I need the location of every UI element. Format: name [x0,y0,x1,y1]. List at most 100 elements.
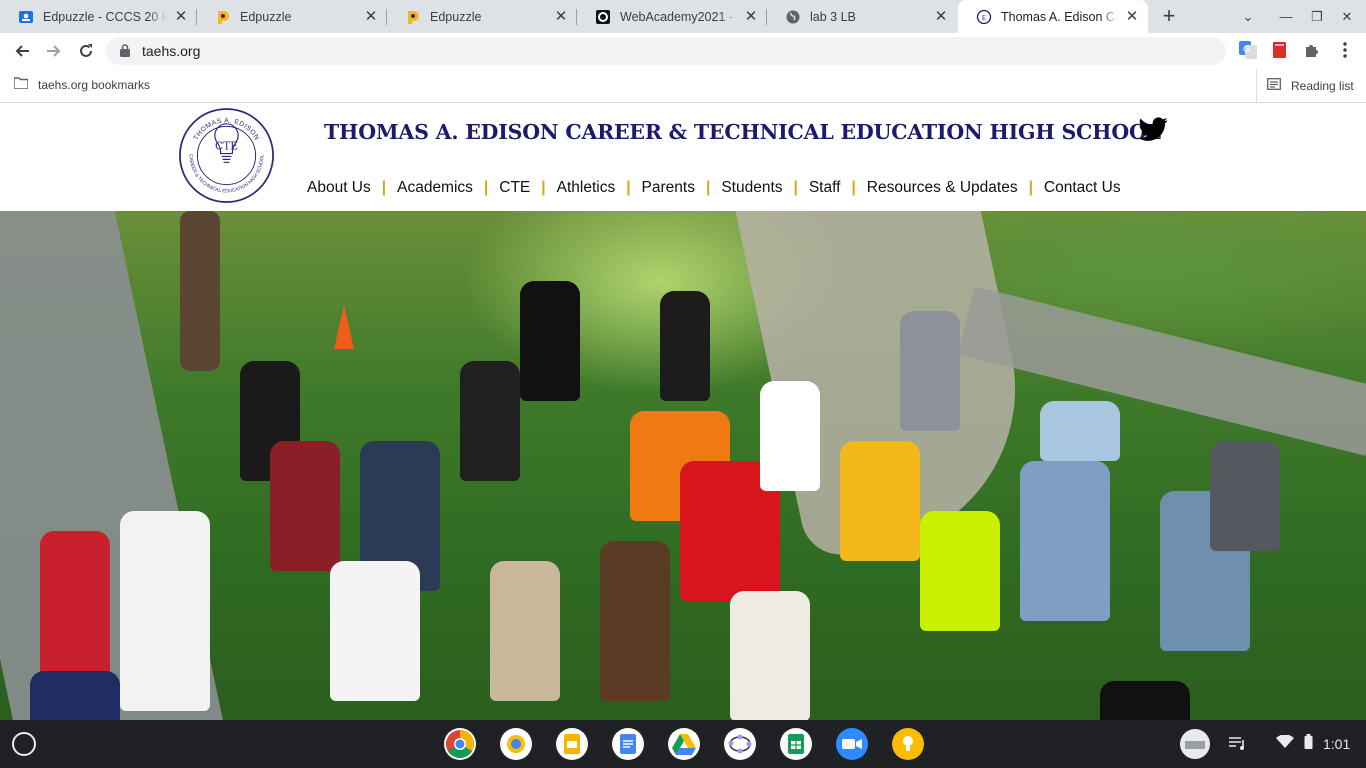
svg-text:E: E [982,14,986,22]
browser-tab[interactable]: Edpuzzle - CCCS 20 Fil ✕ [0,0,197,33]
media-controls-icon[interactable] [1229,720,1247,768]
tab-title: Edpuzzle [430,9,482,24]
slides-icon[interactable] [556,728,588,760]
photo-student [1100,681,1190,720]
nav-students[interactable]: Students [721,179,782,197]
twitter-icon[interactable] [1139,117,1168,142]
geogebra-icon[interactable] [724,728,756,760]
photo-student [270,441,340,571]
close-icon[interactable]: ✕ [363,8,379,25]
google-classroom-icon [18,9,34,25]
reload-icon[interactable] [74,39,98,63]
browser-tab[interactable]: Edpuzzle ✕ [197,0,387,33]
phone-hub-avatar[interactable] [1179,720,1211,768]
bookmark-extension-icon[interactable] [1271,41,1289,59]
reading-list-button[interactable]: Reading list [1256,69,1354,102]
photo-student [840,441,920,561]
lock-icon[interactable] [120,44,130,62]
forward-icon[interactable] [42,39,66,63]
tab-strip: Edpuzzle - CCCS 20 Fil ✕ Edpuzzle ✕ Edpu… [0,0,1366,33]
close-icon[interactable]: ✕ [1124,8,1140,25]
new-tab-button[interactable]: + [1158,5,1180,28]
back-icon[interactable] [10,39,34,63]
hero-photo-students [0,211,1366,720]
nav-separator: | [851,179,856,196]
nav-resources-updates[interactable]: Resources & Updates [867,179,1018,197]
close-icon[interactable]: ✕ [743,8,759,25]
photo-student [330,561,420,701]
close-icon[interactable]: ✕ [553,8,569,25]
kebab-menu-icon[interactable] [1336,41,1354,59]
status-tray[interactable]: 1:01 [1276,720,1350,768]
nav-separator: | [1028,179,1033,196]
photo-student [30,671,120,720]
browser-tab[interactable]: Edpuzzle ✕ [387,0,577,33]
photo-student [760,381,820,491]
address-bar[interactable]: taehs.org [106,37,1226,65]
minimize-icon[interactable]: — [1275,6,1297,28]
photo-student [460,361,520,481]
close-icon[interactable]: ✕ [933,8,949,25]
photo-student [1020,461,1110,621]
nav-separator: | [483,179,489,196]
docs-icon[interactable] [612,728,644,760]
photo-student [900,311,960,431]
battery-icon [1304,734,1313,754]
school-logo[interactable]: THOMAS A. EDISON CAREER & TECHNICAL EDUC… [178,107,275,204]
main-navigation: About Us | Academics | CTE | Athletics |… [307,179,1121,197]
photo-student [660,291,710,401]
photo-tree [180,211,220,371]
extensions-puzzle-icon[interactable] [1303,41,1321,59]
close-icon[interactable]: ✕ [173,8,189,25]
browser-tab-active[interactable]: E Thomas A. Edison Care ✕ [958,0,1148,33]
photos-app-icon[interactable] [500,728,532,760]
tab-title: Thomas A. Edison Care [1001,9,1118,24]
photo-student [600,541,670,701]
site-header: THOMAS A. EDISON CAREER & TECHNICAL EDUC… [0,103,1366,211]
nav-cte[interactable]: CTE [499,179,530,197]
restore-icon[interactable]: ❐ [1306,6,1328,28]
tab-title: WebAcademy2021 - Re [620,9,737,24]
browser-tab[interactable]: lab 3 LB ✕ [767,0,957,33]
browser-toolbar: taehs.org G [0,33,1366,69]
url-text[interactable]: taehs.org [142,43,200,59]
chrome-icon[interactable] [444,728,476,760]
nav-separator: | [541,179,546,196]
webacademy-icon [595,9,611,25]
school-name-heading[interactable]: THOMAS A. EDISON CAREER & TECHNICAL EDUC… [324,120,1161,144]
os-shelf: 1:01 [0,720,1366,768]
nav-separator: | [626,179,631,196]
close-window-icon[interactable]: ✕ [1336,6,1358,28]
nav-athletics[interactable]: Athletics [557,179,616,197]
clock-time: 1:01 [1323,736,1351,752]
drive-icon[interactable] [668,728,700,760]
nav-staff[interactable]: Staff [809,179,841,197]
photo-traffic-cone [334,305,354,349]
tab-search-icon[interactable]: ⌄ [1237,6,1259,28]
nav-separator: | [793,179,798,196]
nav-separator: | [705,179,711,196]
google-translate-icon[interactable]: G [1239,41,1257,59]
bookmark-folder[interactable]: taehs.org bookmarks [13,77,150,92]
sheets-icon[interactable] [780,728,812,760]
browser-tab[interactable]: WebAcademy2021 - Re ✕ [577,0,767,33]
svg-text:G: G [1243,44,1250,54]
bookmarks-bar: taehs.org bookmarks Reading list [0,69,1366,103]
launcher-icon[interactable] [12,732,36,756]
nav-parents[interactable]: Parents [642,179,695,197]
photo-student [1040,401,1120,461]
tab-title: lab 3 LB [810,9,856,24]
photo-stone-wall [957,286,1366,456]
edpuzzle-icon [215,9,231,25]
keep-icon[interactable] [892,728,924,760]
nav-about-us[interactable]: About Us [307,179,371,197]
folder-icon [13,77,29,92]
nav-academics[interactable]: Academics [397,179,473,197]
photo-student [120,511,210,711]
nav-contact-us[interactable]: Contact Us [1044,179,1121,197]
tab-title: Edpuzzle [240,9,292,24]
zoom-icon[interactable] [836,728,868,760]
edpuzzle-icon [405,9,421,25]
globe-icon [785,9,801,25]
wifi-icon [1276,733,1294,754]
